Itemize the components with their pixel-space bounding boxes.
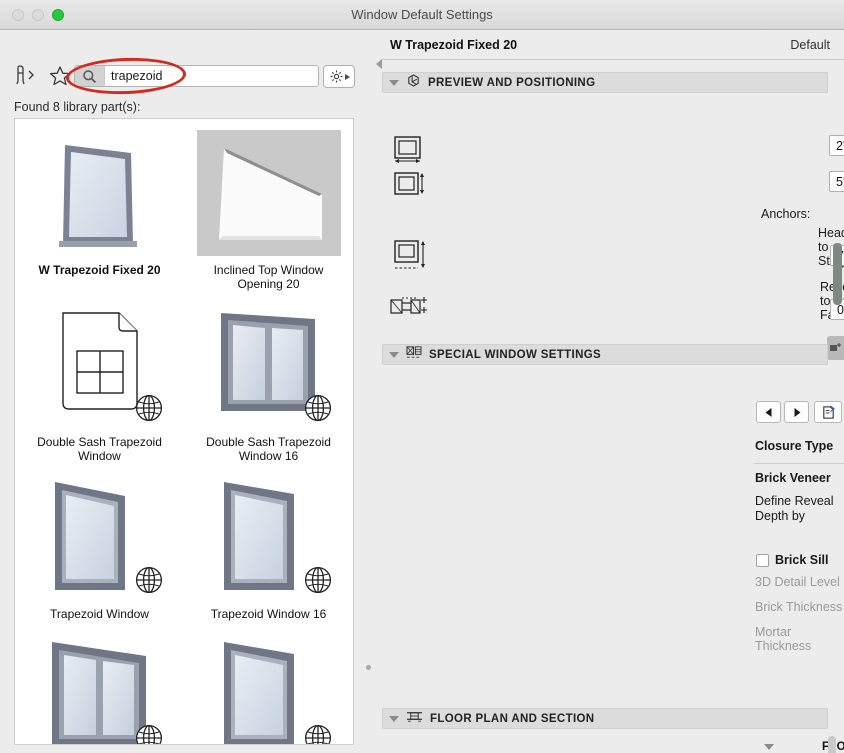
thumbnail [194, 129, 344, 257]
section-floor-plan-and-section[interactable]: FLOOR PLAN AND SECTION [382, 708, 828, 729]
brick-sill-checkbox[interactable] [756, 554, 769, 567]
anchors-label: Anchors: [761, 207, 811, 221]
cube-icon [406, 73, 421, 93]
globe-icon [135, 724, 163, 744]
list-item[interactable]: Double Sash Trapezoid Window 17 [15, 621, 184, 744]
library-parts-grid: W Trapezoid Fixed 20 Inclined Top Window… [15, 119, 353, 744]
chevron-right-icon [344, 73, 350, 80]
list-item[interactable]: Double Sash Trapezoid Window [15, 291, 184, 463]
list-item[interactable]: Trapezoid Window 17 [184, 621, 353, 744]
floorplan-icon [406, 709, 423, 729]
thumbnail [194, 301, 344, 429]
closure-type-label: Closure Type [755, 439, 834, 453]
search-field[interactable] [74, 65, 319, 87]
settings-scrollbar-thumb[interactable] [833, 243, 842, 305]
window-default-settings-dialog: Window Default Settings trapezoid Found … [0, 0, 844, 753]
thumbnail [25, 473, 175, 601]
section-title: SPECIAL WINDOW SETTINGS [429, 348, 602, 361]
title-bar: Window Default Settings [0, 0, 844, 30]
list-item-label: Double Sash Trapezoid Window [37, 435, 162, 463]
settings-scrollbar-track[interactable] [833, 92, 842, 752]
thumbnail [25, 631, 175, 744]
height-icon [391, 170, 427, 203]
library-parts-list[interactable]: W Trapezoid Fixed 20 Inclined Top Window… [14, 118, 354, 745]
brick-sill-label: Brick Sill [775, 553, 829, 567]
found-parts-label: Found 8 library part(s): [14, 100, 141, 114]
window-settings-icon [406, 345, 422, 365]
object-name-label: W Trapezoid Fixed 20 [390, 38, 518, 52]
next-arrow-icon[interactable] [784, 401, 809, 423]
library-browser-pane: Found 8 library part(s): W Trapez [0, 30, 372, 753]
list-item[interactable]: Inclined Top Window Opening 20 [184, 119, 353, 291]
brick-thickness-label: Brick Thickness [755, 600, 843, 614]
thumbnail [25, 301, 175, 429]
settings-header: W Trapezoid Fixed 20 Default [382, 30, 844, 60]
globe-icon [304, 566, 332, 599]
chevron-down-icon[interactable] [764, 744, 774, 750]
globe-icon [135, 566, 163, 599]
search-settings-gear-button[interactable] [323, 65, 355, 88]
list-item[interactable]: W Trapezoid Fixed 20 [15, 119, 184, 291]
chevron-down-icon[interactable] [389, 351, 399, 358]
define-reveal-label: Define Reveal Depth by [755, 494, 834, 523]
list-item[interactable]: Trapezoid Window 16 [184, 463, 353, 621]
furniture-icon[interactable] [14, 64, 44, 86]
gear-icon [330, 70, 342, 83]
globe-icon [304, 394, 332, 427]
thumbnail [194, 473, 344, 601]
width-icon [391, 134, 427, 171]
settings-pane: W Trapezoid Fixed 20 Default PREVIEW AND… [372, 30, 844, 753]
section-special-window-settings[interactable]: SPECIAL WINDOW SETTINGS [382, 344, 828, 365]
sill-height-icon [391, 238, 431, 277]
reveal-icon [389, 294, 431, 325]
prev-arrow-icon[interactable] [756, 401, 781, 423]
search-icon[interactable] [75, 66, 105, 86]
list-item-label: Inclined Top Window Opening 20 [213, 263, 324, 291]
list-item[interactable]: Trapezoid Window [15, 463, 184, 621]
thumbnail [25, 129, 175, 257]
pane-splitter[interactable] [364, 30, 372, 753]
window-title: Window Default Settings [351, 7, 493, 22]
scope-label: Default [790, 38, 830, 52]
list-item-label: W Trapezoid Fixed 20 [38, 263, 161, 277]
section-preview-and-positioning[interactable]: PREVIEW AND POSITIONING [382, 72, 828, 93]
splitter-handle[interactable] [366, 665, 371, 670]
list-item[interactable]: Double Sash Trapezoid Window 16 [184, 291, 353, 463]
list-item-label: Trapezoid Window [50, 607, 149, 621]
section-title: FLOOR PLAN AND SECTION [430, 712, 595, 725]
globe-icon [135, 394, 163, 427]
mortar-thickness-label: Mortar Thickness [755, 625, 812, 653]
favorite-star-icon[interactable] [48, 64, 72, 86]
thumbnail [194, 631, 344, 744]
divider [754, 463, 844, 464]
section-title: PREVIEW AND POSITIONING [428, 76, 596, 89]
detail-level-label: 3D Detail Level [755, 575, 840, 589]
chevron-down-icon[interactable] [389, 715, 399, 722]
list-item-label: Trapezoid Window 16 [210, 607, 327, 621]
search-input[interactable] [105, 69, 318, 83]
chevron-down-icon[interactable] [389, 79, 399, 86]
list-item-label: Double Sash Trapezoid Window 16 [206, 435, 331, 463]
brick-veneer-title: Brick Veneer [755, 471, 831, 485]
globe-icon [304, 724, 332, 744]
